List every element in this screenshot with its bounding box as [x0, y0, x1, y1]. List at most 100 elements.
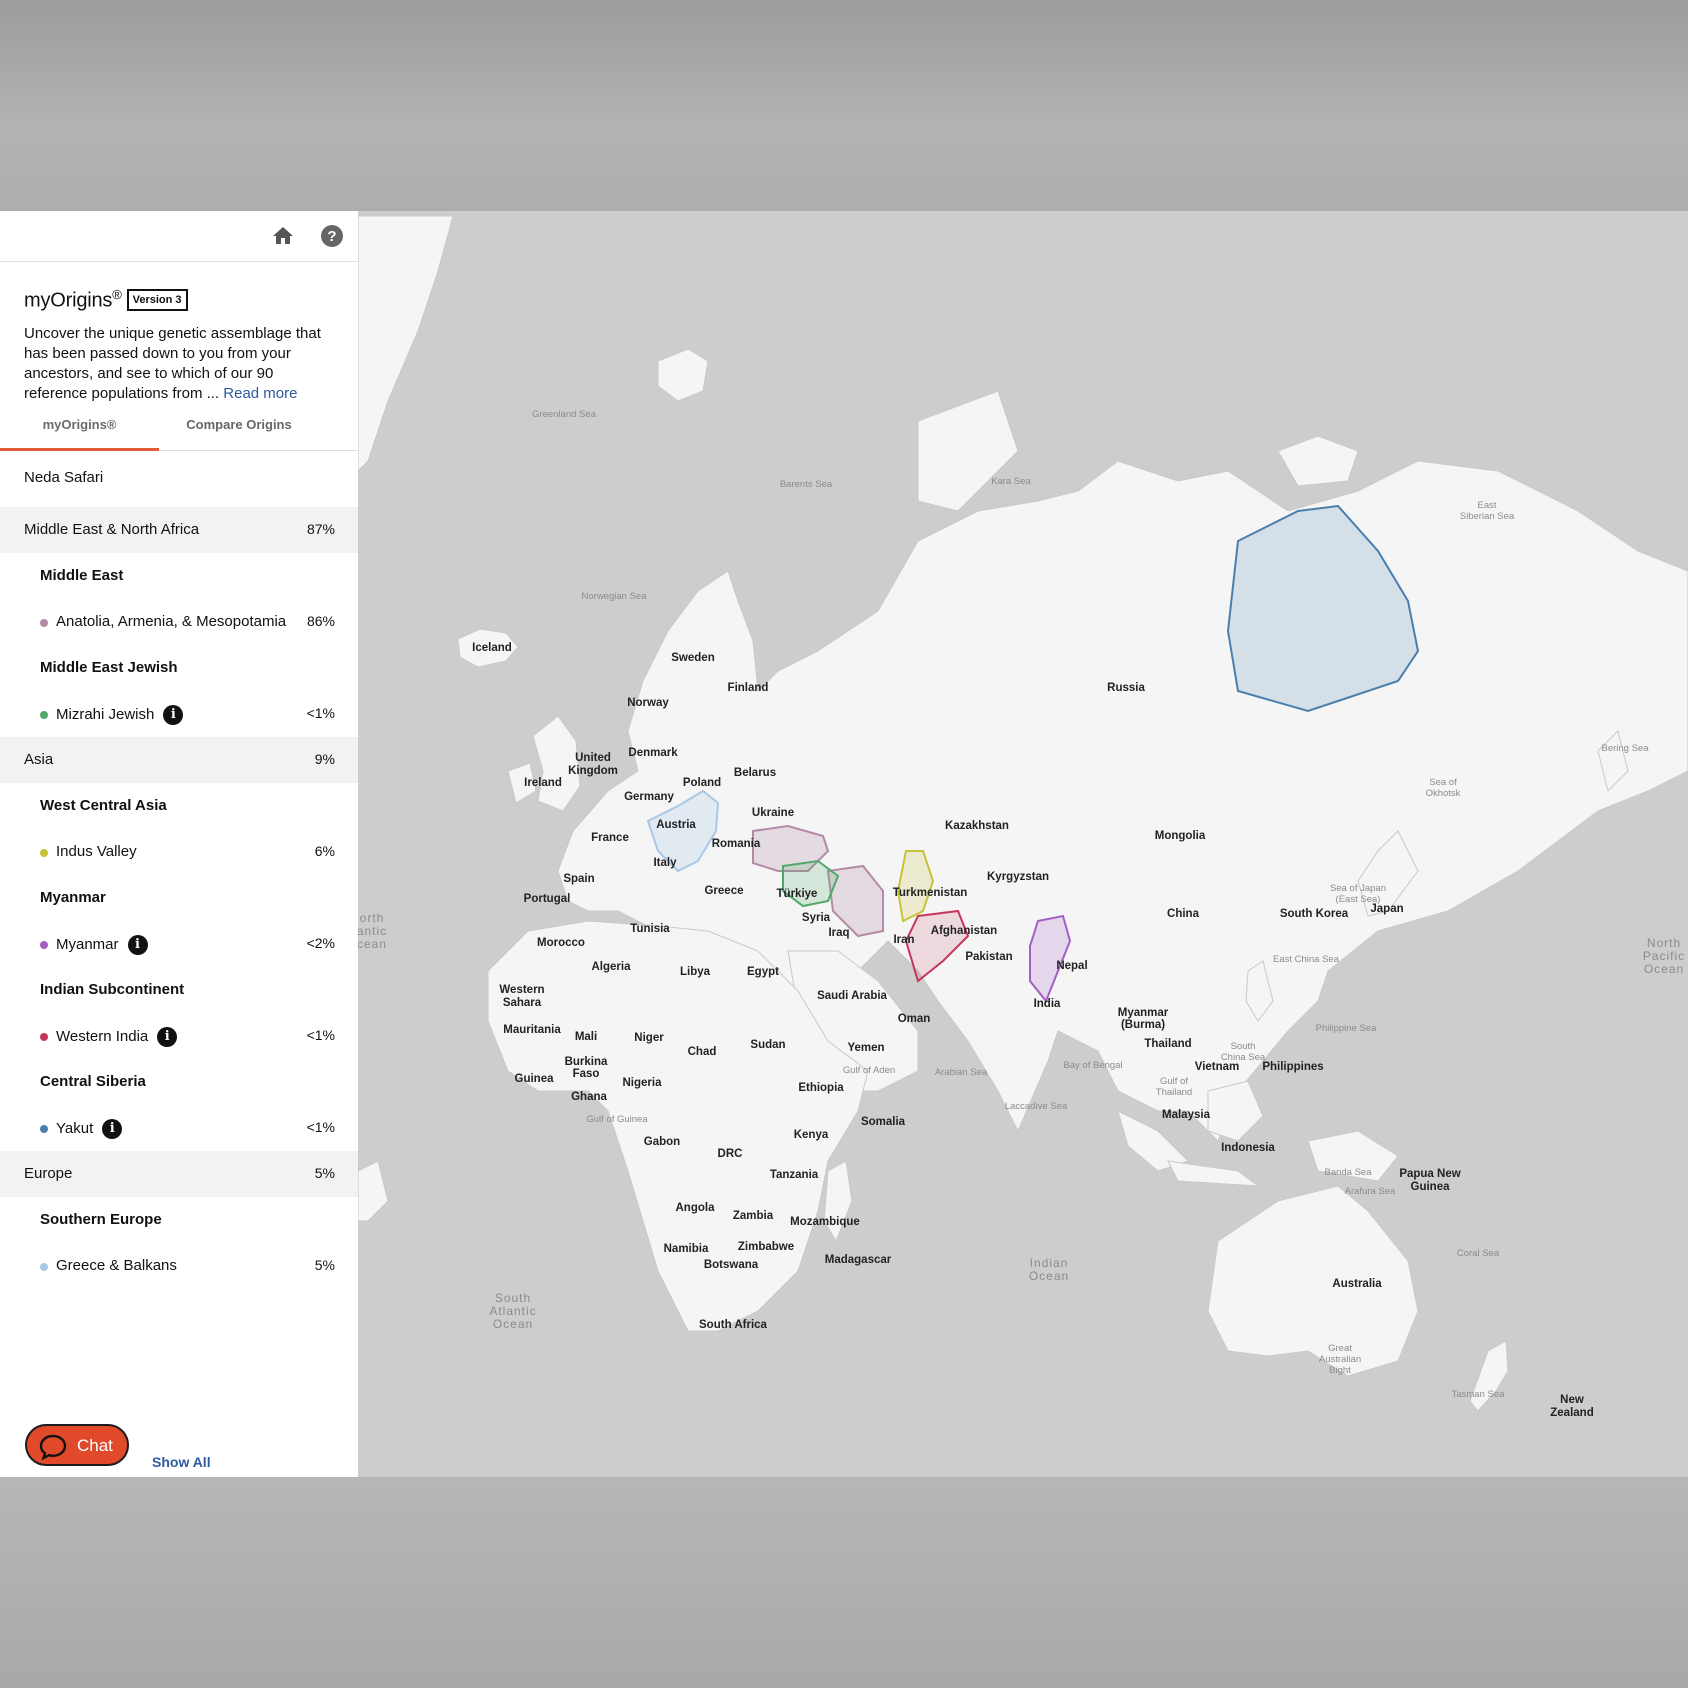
country-label-madagascar: Madagascar	[825, 1254, 892, 1266]
tab-compare-origins[interactable]: Compare Origins	[159, 410, 319, 448]
chat-button[interactable]: Chat	[25, 1424, 129, 1466]
info-icon[interactable]: i	[163, 705, 184, 725]
region-row[interactable]: Europe 5%	[0, 1151, 358, 1197]
brand-header: myOrigins® Version 3	[24, 287, 188, 313]
region-row[interactable]: Asia 9%	[0, 737, 358, 783]
sea-label-okhotsk-2: Okhotsk	[1426, 788, 1461, 799]
sea-label-south-china-1: South	[1231, 1041, 1256, 1052]
sea-label-east-china: East China Sea	[1273, 954, 1340, 965]
sidebar-toolbar: ?	[0, 211, 358, 262]
population-row[interactable]: Myanmar i <2%	[0, 921, 358, 967]
country-label-morocco: Morocco	[537, 937, 585, 949]
country-label-thailand: Thailand	[1144, 1038, 1191, 1050]
ocean-label-s-atlantic-1: South	[495, 1291, 531, 1305]
version-badge: Version 3	[126, 289, 188, 311]
country-label-south-korea: South Korea	[1280, 908, 1349, 920]
country-label-ghana: Ghana	[571, 1091, 607, 1103]
read-more-link[interactable]: Read more	[223, 385, 297, 402]
subregion-row: Middle East Jewish	[0, 645, 358, 691]
population-row[interactable]: Indus Valley 6%	[0, 829, 358, 875]
show-all-link[interactable]: Show All	[152, 1454, 211, 1470]
population-color-dot	[40, 711, 48, 719]
population-label-wrap: Mizrahi Jewish i	[56, 705, 184, 725]
subregion-label: Central Siberia	[40, 1073, 146, 1090]
sea-label-east-siberian-2: Siberian Sea	[1460, 511, 1515, 522]
country-label-myanmar-1: Myanmar	[1118, 1007, 1169, 1019]
country-label-afghanistan: Afghanistan	[931, 925, 997, 937]
country-label-namibia: Namibia	[664, 1243, 709, 1255]
country-label-png-2: Guinea	[1411, 1181, 1451, 1193]
sea-label-bay-bengal: Bay of Bengal	[1063, 1060, 1122, 1071]
country-label-niger: Niger	[634, 1032, 664, 1044]
country-label-syria: Syria	[802, 912, 831, 924]
ocean-label-n-pacific-3: Ocean	[1644, 962, 1684, 976]
subregion-row: Central Siberia	[0, 1059, 358, 1105]
subregion-row: Southern Europe	[0, 1197, 358, 1243]
sea-label-okhotsk-1: Sea of	[1429, 777, 1457, 788]
country-label-turkmenistan: Turkmenistan	[893, 887, 968, 899]
population-label: Mizrahi Jewish	[56, 705, 155, 723]
ocean-label-indian-2: Ocean	[1029, 1269, 1069, 1283]
country-label-philippines: Philippines	[1262, 1061, 1323, 1073]
help-icon[interactable]: ?	[320, 224, 346, 250]
subregion-label: Southern Europe	[40, 1211, 162, 1228]
population-row[interactable]: Greece & Balkans 5%	[0, 1243, 358, 1289]
country-label-finland: Finland	[728, 682, 769, 694]
country-label-nepal: Nepal	[1056, 960, 1087, 972]
country-label-somalia: Somalia	[861, 1116, 906, 1128]
brand-registered: ®	[112, 287, 122, 302]
population-percent: 86%	[306, 613, 335, 629]
region-row[interactable]: Middle East & North Africa 87%	[0, 507, 358, 553]
country-label-sweden: Sweden	[671, 652, 714, 664]
map-view[interactable]: Iceland Sweden Finland Norway Russia Uni…	[358, 211, 1688, 1477]
country-label-malaysia: Malaysia	[1162, 1109, 1211, 1121]
info-icon[interactable]: i	[157, 1027, 178, 1047]
country-label-chad: Chad	[688, 1046, 717, 1058]
subregion-label: Myanmar	[40, 889, 106, 906]
country-label-united-kingdom-2: Kingdom	[568, 765, 618, 777]
country-label-norway: Norway	[627, 697, 669, 709]
country-label-mauritania: Mauritania	[503, 1024, 561, 1036]
country-label-mali: Mali	[575, 1031, 597, 1043]
ocean-label-n-atlantic-2: antic	[358, 924, 387, 938]
population-row[interactable]: Yakut i <1%	[0, 1105, 358, 1151]
subregion-row: Indian Subcontinent	[0, 967, 358, 1013]
population-percent: <1%	[306, 705, 335, 721]
ocean-label-n-atlantic-1: orth	[360, 911, 385, 925]
world-map: Iceland Sweden Finland Norway Russia Uni…	[358, 211, 1688, 1477]
country-label-botswana: Botswana	[704, 1259, 759, 1271]
population-row[interactable]: Mizrahi Jewish i <1%	[0, 691, 358, 737]
sea-label-norwegian: Norwegian Sea	[582, 591, 648, 602]
country-label-yemen: Yemen	[847, 1042, 884, 1054]
origins-list: Middle East & North Africa 87% Middle Ea…	[0, 507, 358, 1289]
country-label-germany: Germany	[624, 791, 674, 803]
region-percent: 9%	[314, 751, 335, 767]
population-label-wrap: Yakut i	[56, 1119, 123, 1139]
sea-label-gulf-thailand-1: Gulf of	[1160, 1076, 1188, 1087]
country-label-oman: Oman	[898, 1013, 931, 1025]
sea-label-arafura: Arafura Sea	[1345, 1186, 1396, 1197]
sea-label-bight-2: Australian	[1319, 1354, 1361, 1365]
ocean-label-indian-1: Indian	[1030, 1256, 1069, 1270]
sea-label-barents: Barents Sea	[780, 479, 833, 490]
country-label-angola: Angola	[676, 1202, 716, 1214]
sea-label-bight-1: Great	[1328, 1343, 1352, 1354]
population-row[interactable]: Anatolia, Armenia, & Mesopotamia 86%	[0, 599, 358, 645]
home-icon[interactable]	[270, 224, 298, 250]
country-label-indonesia: Indonesia	[1221, 1142, 1275, 1154]
population-label-wrap: Myanmar i	[56, 935, 148, 955]
sea-label-banda: Banda Sea	[1324, 1167, 1372, 1178]
country-label-portugal: Portugal	[524, 893, 571, 905]
country-label-united-kingdom-1: United	[575, 752, 611, 764]
ocean-label-n-atlantic-3: cean	[358, 937, 387, 951]
region-label: Asia	[24, 751, 54, 768]
ocean-label-n-pacific-1: North	[1647, 936, 1681, 950]
description: Uncover the unique genetic assemblage th…	[24, 324, 334, 404]
population-row[interactable]: Western India i <1%	[0, 1013, 358, 1059]
chat-label: Chat	[77, 1436, 113, 1455]
region-percent: 87%	[306, 521, 335, 537]
info-icon[interactable]: i	[127, 935, 148, 955]
subregion-label: Middle East	[40, 567, 124, 584]
tab-myorigins[interactable]: myOrigins®	[0, 410, 159, 451]
info-icon[interactable]: i	[102, 1119, 123, 1139]
